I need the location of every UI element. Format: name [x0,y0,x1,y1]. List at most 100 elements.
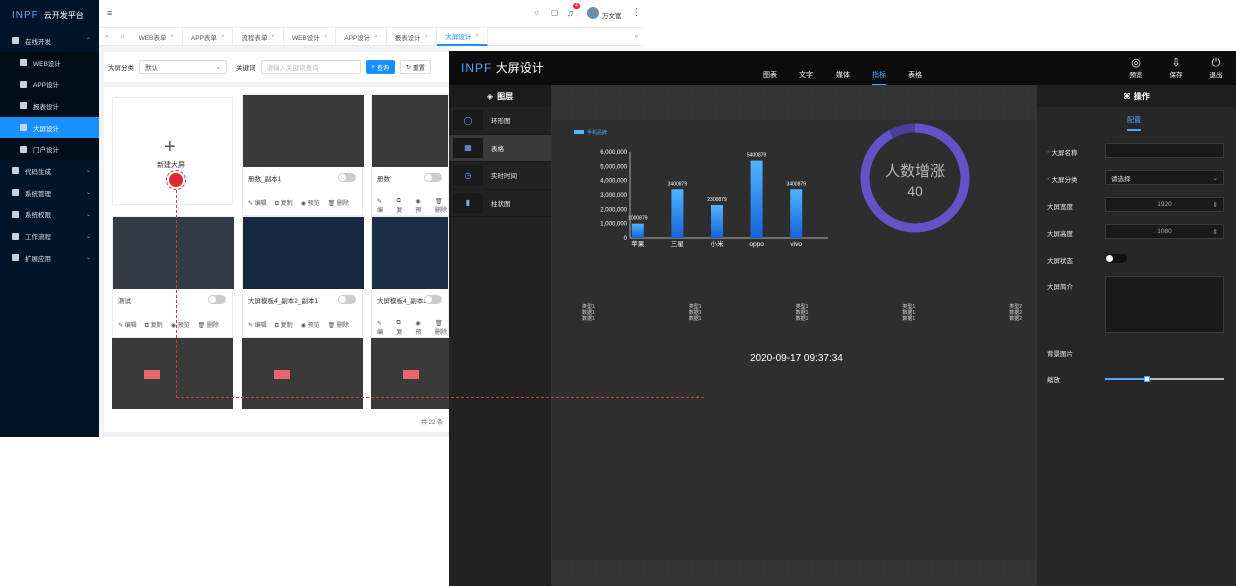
screen-thumbnail[interactable] [372,95,448,167]
tab[interactable]: WEB表单 × [131,27,183,46]
zoom-slider-handle[interactable] [1143,376,1150,382]
tab[interactable]: APP设计 × [336,27,387,46]
screen-thumbnail[interactable] [242,338,363,409]
status-toggle[interactable] [1105,254,1127,263]
editor-nav-item[interactable]: 媒体 [836,70,850,80]
publish-toggle[interactable] [424,295,442,304]
menu-toggle-icon[interactable]: ≡ [107,8,112,18]
close-icon[interactable]: × [425,34,429,40]
delete-button[interactable]: 🗑 删除 [328,320,349,330]
data-table[interactable]: 类型1 数据1 数据1 类型1 数据1 数据1 类型1 数据1 数据1 类型1 数据1 数据1 类型2 数… [582,304,1022,322]
copy-button[interactable]: ⧉ 复制 [396,198,407,215]
layer-item[interactable]: ◷ 实时时间 [449,162,551,190]
sidebar-item[interactable]: 门户设计 [0,138,99,161]
editor-nav-item[interactable]: 文字 [799,70,813,80]
publish-toggle[interactable] [338,173,356,182]
screen-thumbnail[interactable] [113,217,234,289]
close-icon[interactable]: × [324,34,328,40]
close-icon[interactable]: × [475,33,479,39]
tab[interactable]: 流程表单 × [233,27,284,46]
search-icon[interactable]: ○ [534,8,539,17]
category-dropdown[interactable]: 请选择 ⌄ [1105,170,1224,185]
screen-card[interactable]: 大屏模板4_副本2_副本1 ✎ 编辑 ⧉ 复制 ◉ 预览 🗑 删除 [242,216,364,338]
search-button[interactable]: ⌕ 查询 [365,60,395,74]
sidebar-item[interactable]: APP设计 [0,73,99,96]
delete-button[interactable]: 🗑 删除 [435,198,448,215]
name-input[interactable] [1105,143,1224,158]
user-name[interactable]: 万文富 [602,10,622,20]
stepper-icon[interactable]: ⇕ [1213,228,1218,236]
sidebar-item[interactable]: 在线开发 ⌃ [0,30,99,52]
keyword-input[interactable]: 请输入关键词查询 [260,60,361,74]
bar[interactable] [671,189,684,238]
delete-button[interactable]: 🗑 删除 [198,320,219,330]
copy-button[interactable]: ⧉ 复制 [275,198,293,208]
edit-button[interactable]: ✎ 编辑 [377,320,388,337]
screen-card[interactable]: 册数_副本1 ✎ 编辑 ⧉ 复制 ◉ 预览 🗑 删除 [242,94,364,216]
realtime-clock[interactable]: 2020-09-17 09:37:34 [750,353,843,364]
bar[interactable] [790,189,803,238]
bar-chart[interactable]: 手机品牌 6,000,000 5,000,000 4,000,000 3,000,000… [570,128,830,258]
copy-button[interactable]: ⧉ 复制 [145,320,163,330]
screen-thumbnail[interactable] [372,217,448,289]
edit-button[interactable]: ✎ 编辑 [118,320,137,330]
copy-button[interactable]: ⧉ 复制 [396,320,407,337]
bar[interactable] [711,205,723,238]
home-icon[interactable]: ⌂ [115,33,131,40]
sidebar-item[interactable]: 扩展应用 ⌄ [0,247,99,269]
bar[interactable] [631,223,644,238]
close-icon[interactable]: × [221,34,225,40]
screen-card[interactable]: 测试 ✎ 编辑 ⧉ 复制 ◉ 预览 🗑 删除 [112,216,234,338]
more-icon[interactable]: ⋮ [632,7,641,18]
edit-button[interactable]: ✎ 编辑 [248,320,267,330]
preview-tool-button[interactable]: ◎ 预览 [1125,57,1147,79]
screen-thumbnail[interactable] [112,338,233,409]
sidebar-item[interactable]: 系统权限 ⌄ [0,204,99,226]
sidebar-item[interactable]: 系统管理 ⌄ [0,182,99,204]
screen-thumbnail[interactable] [243,217,364,289]
tab-config[interactable]: 配置 [1127,115,1141,131]
layer-item[interactable]: ▦ 表格 [449,134,551,162]
publish-toggle[interactable] [338,295,356,304]
exit-tool-button[interactable]: ⏻ 退出 [1205,57,1227,79]
zoom-slider[interactable] [1105,376,1224,382]
bar[interactable] [750,160,763,238]
layer-item[interactable]: ◯ 环形图 [449,107,551,135]
preview-button[interactable]: ◉ 预览 [171,320,190,330]
screen-card[interactable]: 册数 ✎ 编辑 ⧉ 复制 ◉ 预览 🗑 删除 [371,94,449,216]
reset-button[interactable]: ↻ 重置 [399,60,431,74]
close-icon[interactable]: × [271,34,275,40]
screen-card[interactable]: 大屏模板4_副本2 ✎ 编辑 ⧉ 复制 ◉ 预览 🗑 删除 [371,216,449,338]
delete-button[interactable]: 🗑 删除 [435,320,448,337]
sidebar-item[interactable]: 工作流程 ⌄ [0,225,99,247]
sidebar-item[interactable]: 大屏设计 [0,116,99,139]
sidebar-item[interactable]: 报表设计 [0,95,99,117]
tab[interactable]: APP表单 × [183,27,234,46]
preview-button[interactable]: ◉ 预览 [415,320,427,337]
edit-button[interactable]: ✎ 编辑 [377,198,388,215]
screen-thumbnail[interactable] [243,95,364,167]
tab[interactable]: 报表设计 × [387,27,438,46]
height-input[interactable]: 1080 ⇕ [1105,224,1224,239]
close-icon[interactable]: × [374,34,378,40]
save-tool-button[interactable]: ⇩ 保存 [1165,57,1187,79]
editor-nav-item[interactable]: 图表 [763,70,777,80]
close-icon[interactable]: × [170,34,174,40]
delete-button[interactable]: 🗑 删除 [328,198,349,208]
editor-nav-item[interactable]: 指标 [872,70,886,86]
ring-gauge[interactable]: 人数增涨 40 [860,123,970,233]
screen-thumbnail[interactable] [371,338,449,409]
width-input[interactable]: 1920 ⇕ [1105,197,1224,212]
fullscreen-icon[interactable]: ▢ [551,8,559,17]
copy-button[interactable]: ⧉ 复制 [275,320,293,330]
category-select[interactable]: 默认 ⌄ [139,60,227,74]
preview-button[interactable]: ◉ 预览 [301,320,320,330]
tabs-left-arrow-icon[interactable]: « [99,33,115,40]
tab[interactable]: 大屏设计 × [437,27,488,46]
layer-item[interactable]: ▮ 柱状图 [449,190,551,217]
preview-button[interactable]: ◉ 预览 [415,198,427,215]
publish-toggle[interactable] [424,173,442,182]
publish-toggle[interactable] [208,295,226,304]
stepper-icon[interactable]: ⇕ [1213,201,1218,209]
edit-button[interactable]: ✎ 编辑 [248,198,267,208]
